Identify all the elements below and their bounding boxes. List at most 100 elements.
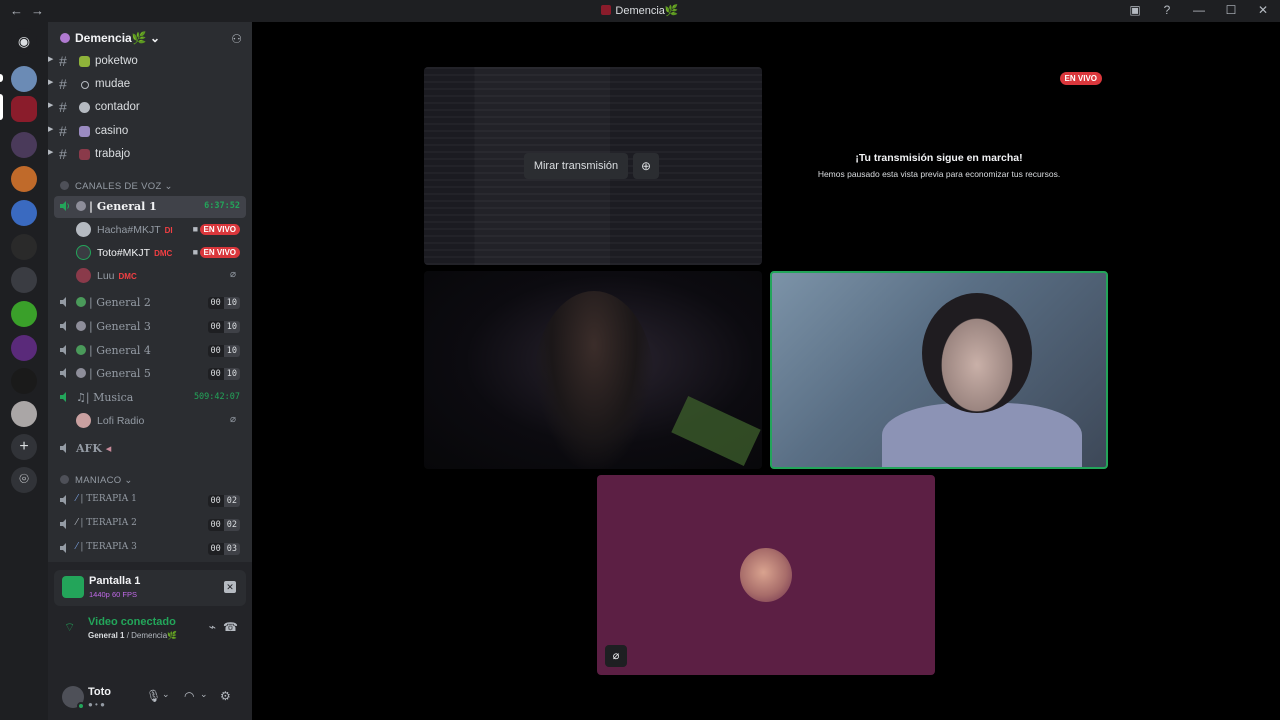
category-voice[interactable]: CANALES DE VOZ ⌄ — [60, 181, 173, 192]
collapse-arrow-icon: ▶ — [48, 102, 54, 109]
server-icon[interactable] — [11, 66, 37, 92]
voice-channel-general1[interactable]: | General 1 6:37:52 — [54, 196, 246, 218]
user-tag: DMC — [118, 272, 137, 281]
collapse-arrow-icon: ▶ — [48, 56, 54, 63]
hash-icon: # — [59, 99, 67, 115]
voice-user[interactable]: Toto#MKJT DMC ■ EN VIVO — [76, 242, 246, 264]
settings-gear-icon[interactable]: ⚙ — [220, 689, 231, 703]
category-icon — [60, 475, 69, 484]
camera-tile-speaking[interactable] — [770, 271, 1108, 469]
channel-emoji — [79, 126, 90, 137]
camera-icon: ■ — [192, 224, 198, 234]
voice-channel-general4[interactable]: | General 4 00 10 — [54, 340, 246, 362]
text-channel[interactable]: ▶ # contador — [48, 97, 252, 119]
hash-icon: # — [59, 76, 67, 92]
collapse-arrow-icon: ▶ — [48, 126, 54, 133]
deafened-icon: ⌀ — [229, 414, 236, 425]
watch-stream-button[interactable]: Mirar transmisión — [524, 153, 628, 179]
category-maniaco[interactable]: MANIACO ⌄ — [60, 475, 133, 486]
pill-icon: ⁄ — [76, 494, 78, 504]
channel-emoji — [76, 297, 86, 307]
server-icon[interactable] — [11, 368, 37, 394]
text-channel[interactable]: ▶ # trabajo — [48, 144, 252, 166]
server-icon[interactable] — [11, 401, 37, 427]
discord-home-icon[interactable]: ◉ — [11, 28, 37, 54]
collapse-arrow-icon: ▶ — [48, 149, 54, 156]
live-badge[interactable]: EN VIVO — [199, 247, 240, 258]
avatar — [76, 268, 91, 283]
paused-subtitle: Hemos pausado esta vista previa para eco… — [817, 169, 1061, 179]
voice-channel-general3[interactable]: | General 3 00 10 — [54, 316, 246, 338]
channel-emoji — [76, 321, 86, 331]
text-channel[interactable]: ▶ # mudae — [48, 74, 252, 96]
camera-tile[interactable] — [424, 271, 762, 469]
selected-pill — [0, 94, 3, 120]
close-button[interactable]: ✕ — [1256, 3, 1270, 17]
speaker-icon — [60, 201, 69, 211]
inbox-icon[interactable]: ▣ — [1128, 3, 1142, 17]
unread-pill — [0, 74, 3, 82]
chevron-down-icon[interactable]: ⌄ — [200, 689, 208, 700]
maximize-button[interactable]: ☐ — [1224, 3, 1238, 17]
voice-channel-musica[interactable]: ♫| Musica 509:42:07 — [54, 387, 246, 409]
voice-panel: Pantalla 1 1440p 60 FPS ✕ ⌔ Video conect… — [48, 562, 252, 720]
chevron-down-icon[interactable]: ⌄ — [162, 689, 170, 700]
voice-channel-general2[interactable]: | General 2 00 10 — [54, 292, 246, 314]
server-icon[interactable] — [11, 166, 37, 192]
video-stage: Mirar transmisión ⊕ EN VIVO ¡Tu transmis… — [252, 22, 1280, 720]
custom-status-icons: ● • ● — [88, 700, 105, 709]
user-limit: 00 10 — [207, 297, 240, 309]
text-channel[interactable]: ▶ # casino — [48, 121, 252, 143]
disconnect-icon[interactable]: ☎ — [223, 620, 238, 634]
popout-icon[interactable]: ⊕ — [633, 153, 659, 179]
noise-suppression-icon[interactable]: ⌁ — [209, 620, 216, 634]
voice-user[interactable]: Lofi Radio ⌀ — [76, 410, 246, 432]
server-icon[interactable] — [11, 234, 37, 260]
server-icon[interactable] — [11, 132, 37, 158]
connection-status: ⌔ Video conectado General 1 / Demencia🌿 … — [54, 610, 246, 714]
voice-channel-terapia2[interactable]: ⁄ | TERAPIA 2 00 02 — [54, 514, 246, 536]
server-icon-demencia[interactable] — [11, 96, 37, 122]
channel-emoji — [76, 201, 86, 211]
user-tag: DI — [164, 226, 173, 235]
user-limit: 00 10 — [207, 345, 240, 357]
server-icon[interactable] — [11, 267, 37, 293]
camera-feed — [534, 291, 654, 469]
avatar-tile[interactable]: ⌀ — [597, 475, 935, 675]
voice-user[interactable]: Hacha#MKJT DI ■ EN VIVO — [76, 219, 246, 241]
add-server-icon[interactable]: + — [11, 434, 37, 460]
speaker-icon — [60, 519, 66, 529]
own-stream-tile[interactable]: EN VIVO ¡Tu transmisión sigue en marcha!… — [770, 67, 1108, 265]
user-limit: 00 03 — [207, 543, 240, 555]
channel-emoji — [79, 56, 90, 67]
avatar — [76, 245, 91, 260]
voice-user[interactable]: Luu DMC ⌀ — [76, 265, 246, 287]
stop-stream-button[interactable]: ✕ — [224, 581, 236, 593]
microphone-icon[interactable]: 🎙 — [146, 689, 161, 703]
chevron-down-icon: ⌄ — [164, 181, 173, 192]
hash-icon: # — [59, 123, 67, 139]
server-icon[interactable] — [11, 301, 37, 327]
stream-tile[interactable]: Mirar transmisión ⊕ — [424, 67, 762, 265]
voice-channel-terapia3[interactable]: ⁄ | TERAPIA 3 00 03 — [54, 538, 246, 560]
user-limit: 00 02 — [207, 519, 240, 531]
window-title: Demencia🌿 — [0, 4, 1280, 17]
live-badge[interactable]: EN VIVO — [199, 224, 240, 235]
headphones-icon[interactable]: ◠ — [184, 689, 194, 703]
invite-icon[interactable]: ⚇ — [231, 32, 242, 46]
minimize-button[interactable]: — — [1192, 3, 1206, 17]
server-icon[interactable] — [11, 335, 37, 361]
voice-channel-terapia1[interactable]: ⁄ | TERAPIA 1 00 02 — [54, 490, 246, 512]
text-channel[interactable]: ▶ # poketwo — [48, 51, 252, 73]
speaker-icon — [60, 443, 66, 453]
muted-speaker-icon: ◂ — [105, 442, 112, 455]
help-icon[interactable]: ? — [1160, 3, 1174, 17]
server-icon[interactable] — [11, 200, 37, 226]
explore-icon[interactable]: ⌾ — [11, 467, 37, 493]
voice-channel-afk[interactable]: AFK ◂ — [54, 438, 246, 460]
guild-icon — [60, 33, 70, 43]
speaker-icon — [60, 495, 66, 505]
channel-timer: 509:42:07 — [193, 392, 240, 402]
muted-mic-icon: ⌀ — [605, 645, 627, 667]
voice-channel-general5[interactable]: | General 5 00 10 — [54, 363, 246, 385]
